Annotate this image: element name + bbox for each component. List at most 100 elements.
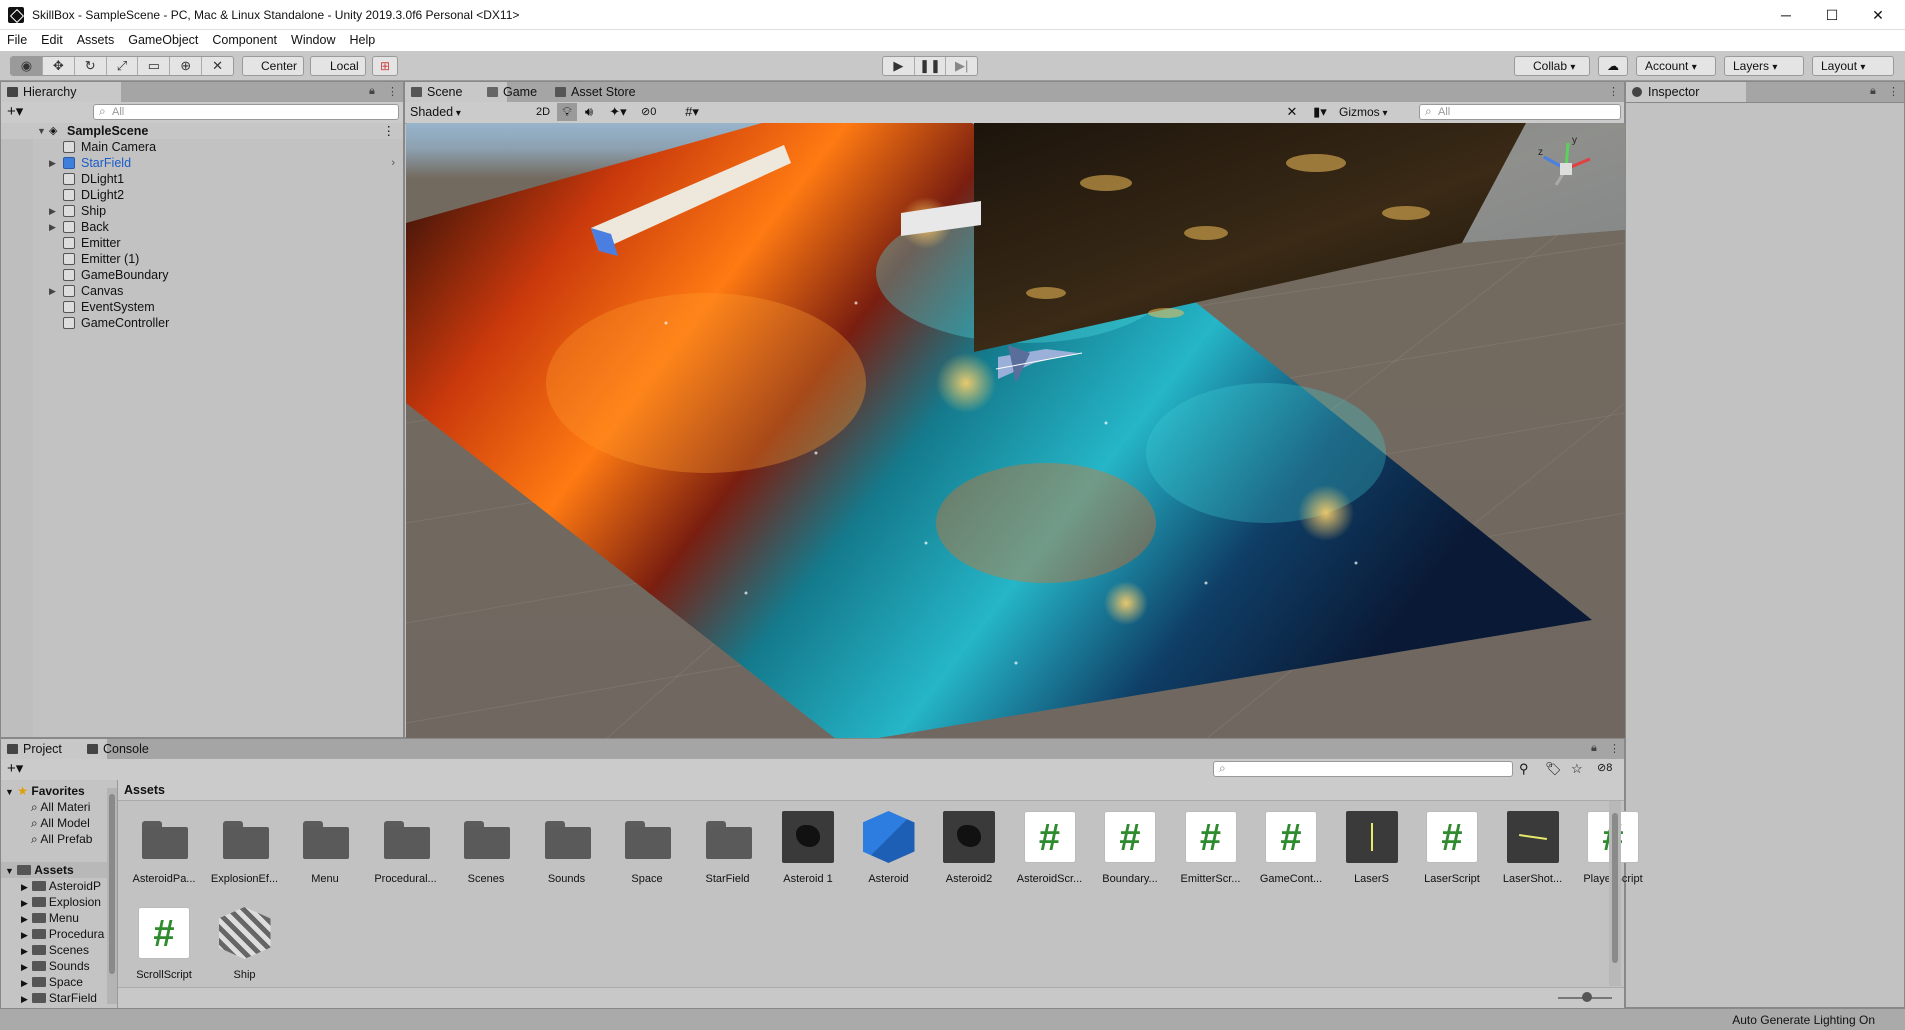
asset-item[interactable]: Asteroid 1 [772, 811, 844, 891]
expand-arrow-icon[interactable]: ▶ [49, 155, 56, 171]
close-button[interactable]: ✕ [1855, 0, 1901, 30]
assets-tree-item[interactable]: ▶ Scenes [21, 942, 89, 958]
layers-dropdown[interactable]: Layers [1724, 56, 1804, 76]
hidden-packages-toggle[interactable]: ⊘8 [1597, 761, 1612, 774]
rect-tool-icon[interactable]: ▭ [138, 57, 171, 75]
asset-item[interactable]: ExplosionEf... [209, 811, 281, 891]
tree-expand-icon[interactable]: ▶ [21, 882, 28, 892]
hierarchy-item[interactable]: DLight1 [1, 171, 403, 187]
tab-asset-store[interactable]: Asset Store [549, 82, 679, 102]
move-tool-icon[interactable]: ✥ [43, 57, 75, 75]
play-button-icon[interactable]: ▶ [883, 57, 915, 75]
scene-menu-icon[interactable]: ⋮ [383, 123, 396, 139]
hierarchy-item[interactable]: ▶ Ship [1, 203, 403, 219]
tree-expand-icon[interactable]: ▶ [21, 978, 28, 988]
expand-arrow-icon[interactable]: ▶ [49, 283, 56, 299]
camera-settings-icon[interactable]: ▮▾ [1305, 103, 1335, 121]
expand-arrow-icon[interactable]: ▼ [37, 123, 46, 139]
hierarchy-search-input[interactable]: All [93, 104, 399, 120]
tree-expand-icon[interactable]: ▶ [21, 914, 28, 924]
tree-expand-icon[interactable]: ▶ [21, 962, 28, 972]
hierarchy-item[interactable]: ▶ StarField › [1, 155, 403, 171]
asset-item[interactable]: Sounds [531, 811, 603, 891]
favorite-item[interactable]: ⌕ All Prefab [31, 831, 92, 847]
assets-tree-item[interactable]: ▶ AsteroidP [21, 878, 101, 894]
menu-help[interactable]: Help [342, 30, 382, 51]
assets-tree-item[interactable]: ▶ Space [21, 974, 83, 990]
asset-item[interactable]: Space [611, 811, 683, 891]
shading-mode-dropdown[interactable]: Shaded [407, 103, 525, 121]
hierarchy-item[interactable]: Emitter [1, 235, 403, 251]
tree-expand-icon[interactable]: ▶ [21, 994, 28, 1004]
project-kebab-icon[interactable]: ⋮ [1609, 742, 1620, 755]
favorites-expand-icon[interactable]: ▼ [5, 787, 14, 797]
menu-window[interactable]: Window [284, 30, 342, 51]
menu-file[interactable]: File [0, 30, 34, 51]
asset-item[interactable]: Procedural... [370, 811, 442, 891]
asset-item[interactable]: # EmitterScr... [1175, 811, 1247, 891]
account-dropdown[interactable]: Account [1636, 56, 1716, 76]
assets-root-row[interactable]: ▼ Assets [1, 862, 117, 878]
transform-tool-icon[interactable]: ⊕ [170, 57, 203, 75]
scene-render[interactable]: y z [406, 123, 1625, 739]
collab-dropdown[interactable]: Collab [1514, 56, 1590, 76]
grid-toggle-icon[interactable]: #▾ [673, 103, 711, 121]
asset-item[interactable]: AsteroidPa... [128, 811, 200, 891]
asset-item[interactable]: # AsteroidScr... [1014, 811, 1086, 891]
asset-item[interactable]: Menu [289, 811, 361, 891]
lock-icon[interactable]: 🔒︎ [369, 85, 375, 98]
assets-tree-item[interactable]: ▶ StarField [21, 990, 97, 1006]
tree-expand-icon[interactable]: ▶ [21, 930, 28, 940]
scene-row[interactable]: ▼ ◈ SampleScene ⋮ [1, 123, 403, 139]
audio-toggle-icon[interactable]: 🔊︎ [579, 103, 599, 121]
asset-item[interactable]: LaserShot... [1497, 811, 1569, 891]
hierarchy-item[interactable]: Emitter (1) [1, 251, 403, 267]
assets-tree-item[interactable]: ▶ Procedura [21, 926, 104, 942]
favorites-row[interactable]: ▼ ★ Favorites [1, 783, 85, 799]
menu-assets[interactable]: Assets [70, 30, 122, 51]
view-tool-eye-icon[interactable]: ◉ [11, 57, 43, 75]
prefab-chevron-icon[interactable]: › [391, 155, 395, 171]
expand-arrow-icon[interactable]: ▶ [49, 203, 56, 219]
tree-scroll-thumb[interactable] [109, 794, 115, 974]
menu-edit[interactable]: Edit [34, 30, 70, 51]
pivot-local-toggle[interactable]: Local [310, 56, 366, 76]
tree-expand-icon[interactable]: ▶ [21, 946, 28, 956]
breadcrumb[interactable]: Assets [124, 783, 165, 797]
effects-toggle-icon[interactable]: ✦▾ [601, 103, 635, 121]
menu-component[interactable]: Component [205, 30, 284, 51]
toggle-2d-button[interactable]: 2D [531, 103, 555, 121]
maximize-button[interactable]: ☐ [1809, 0, 1855, 30]
asset-item[interactable]: StarField [692, 811, 764, 891]
asset-scroll-thumb[interactable] [1612, 813, 1618, 963]
create-add-icon[interactable]: +▾ [7, 102, 23, 120]
step-button-icon[interactable]: ▶| [946, 57, 977, 75]
search-by-label-icon[interactable]: 🏷︎ [1545, 761, 1562, 777]
layout-dropdown[interactable]: Layout [1812, 56, 1894, 76]
favorite-star-icon[interactable]: ☆ [1571, 761, 1583, 777]
asset-item[interactable]: Ship [209, 907, 281, 987]
assets-tree-item[interactable]: ▶ Explosion [21, 894, 101, 910]
project-search-input[interactable] [1213, 761, 1513, 777]
project-lock-icon[interactable]: 🔒︎ [1591, 742, 1597, 755]
assets-tree-item[interactable]: ▶ Menu [21, 910, 79, 926]
cloud-button-icon[interactable]: ☁ [1598, 56, 1628, 76]
scene-kebab-icon[interactable]: ⋮ [1608, 85, 1619, 98]
slider-handle[interactable] [1582, 992, 1592, 1002]
kebab-menu-icon[interactable]: ⋮ [387, 85, 398, 98]
hierarchy-item[interactable]: DLight2 [1, 187, 403, 203]
scene-viewport[interactable]: y z [406, 123, 1625, 739]
asset-item[interactable]: # ScrollScript [128, 907, 200, 987]
custom-tool-icon[interactable]: ✕ [202, 57, 233, 75]
tab-console[interactable]: Console [81, 739, 187, 759]
asset-item[interactable]: Scenes [450, 811, 522, 891]
favorite-item[interactable]: ⌕ All Model [31, 815, 90, 831]
favorite-item[interactable]: ⌕ All Materi [31, 799, 90, 815]
hierarchy-item[interactable]: GameBoundary [1, 267, 403, 283]
search-by-type-icon[interactable]: ⚲ [1519, 761, 1529, 777]
asset-item[interactable]: Asteroid [853, 811, 925, 891]
hidden-objects-toggle[interactable]: ⊘0 [641, 103, 671, 121]
scene-search-input[interactable]: All [1419, 104, 1621, 120]
hierarchy-item[interactable]: Main Camera [1, 139, 403, 155]
hierarchy-item[interactable]: EventSystem [1, 299, 403, 315]
